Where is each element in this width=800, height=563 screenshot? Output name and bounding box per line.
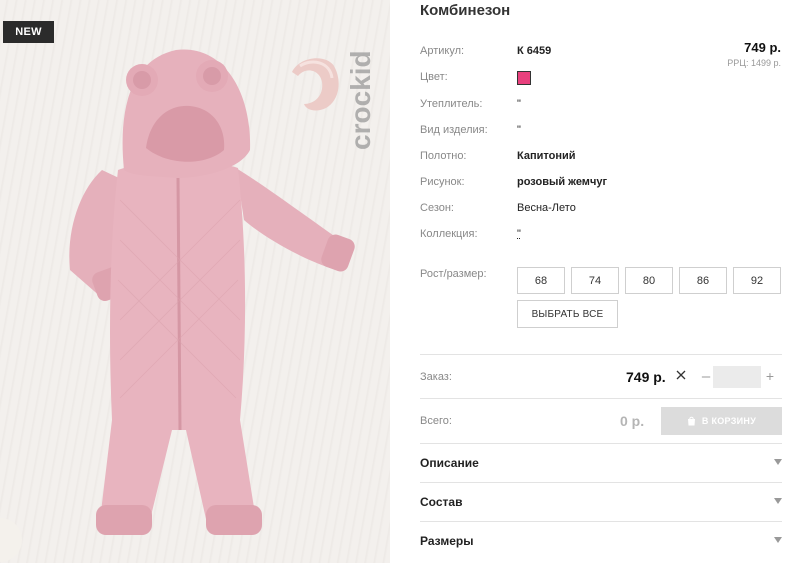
size-button-80[interactable]: 80 [625, 267, 673, 294]
order-price: 749 р. [626, 369, 666, 385]
product-rrc-price: РРЦ: 1499 р. [727, 58, 781, 68]
color-swatch[interactable] [517, 71, 531, 85]
attr-label-fabric: Полотно: [420, 150, 467, 162]
attr-value-item-type: " [517, 124, 521, 136]
attr-label-sku: Артикул: [420, 45, 465, 57]
add-to-cart-button[interactable]: В КОРЗИНУ [661, 407, 782, 435]
divider [420, 354, 782, 355]
size-button-68[interactable]: 68 [517, 267, 565, 294]
attr-label-color: Цвет: [420, 71, 448, 83]
attr-value-sku: К 6459 [517, 45, 552, 57]
size-button-92[interactable]: 92 [733, 267, 781, 294]
accordion-label: Описание [420, 456, 479, 470]
attr-value-insulation: " [517, 98, 521, 110]
add-to-cart-label: В КОРЗИНУ [701, 416, 757, 426]
attr-label-season: Сезон: [420, 202, 454, 214]
attr-label-collection: Коллекция: [420, 228, 478, 240]
attr-label-item-type: Вид изделия: [420, 124, 488, 136]
product-photo[interactable]: NEW crockid [0, 0, 390, 563]
caret-down-icon [774, 498, 782, 504]
attr-label-print: Рисунок: [420, 176, 465, 188]
attr-value-collection[interactable]: " [517, 228, 521, 240]
product-info: Комбинезон 749 р. РРЦ: 1499 р. Артикул: … [420, 0, 782, 563]
size-button-74[interactable]: 74 [571, 267, 619, 294]
caret-down-icon [774, 459, 782, 465]
accordion-label: Состав [420, 495, 463, 509]
caret-down-icon [774, 537, 782, 543]
watermark-text: crockid [345, 50, 376, 150]
accordion-sizes[interactable]: Размеры [420, 522, 782, 560]
accordion-composition[interactable]: Состав [420, 483, 782, 521]
quantity-decrease-button[interactable]: – [699, 366, 713, 386]
times-icon [676, 370, 686, 380]
product-title: Комбинезон [420, 2, 511, 19]
size-button-86[interactable]: 86 [679, 267, 727, 294]
quantity-increase-button[interactable]: + [763, 366, 777, 386]
bag-icon [687, 416, 695, 426]
size-label: Рост/размер: [420, 268, 487, 280]
accordion-description[interactable]: Описание [420, 444, 782, 482]
product-price: 749 р. [744, 40, 781, 55]
accordion-label: Размеры [420, 534, 474, 548]
order-label: Заказ: [420, 371, 452, 383]
total-label: Всего: [420, 415, 452, 427]
product-image [0, 0, 390, 563]
crockid-logo: crockid [345, 50, 376, 150]
attr-value-fabric: Капитоний [517, 150, 576, 162]
attr-value-season: Весна-Лето [517, 202, 576, 214]
attr-label-insulation: Утеплитель: [420, 98, 483, 110]
total-value: 0 р. [620, 413, 645, 429]
quantity-input[interactable] [713, 366, 761, 388]
attr-value-print: розовый жемчуг [517, 176, 608, 188]
divider [420, 398, 782, 399]
select-all-sizes-button[interactable]: ВЫБРАТЬ ВСЕ [517, 300, 618, 328]
new-badge: NEW [3, 21, 54, 43]
